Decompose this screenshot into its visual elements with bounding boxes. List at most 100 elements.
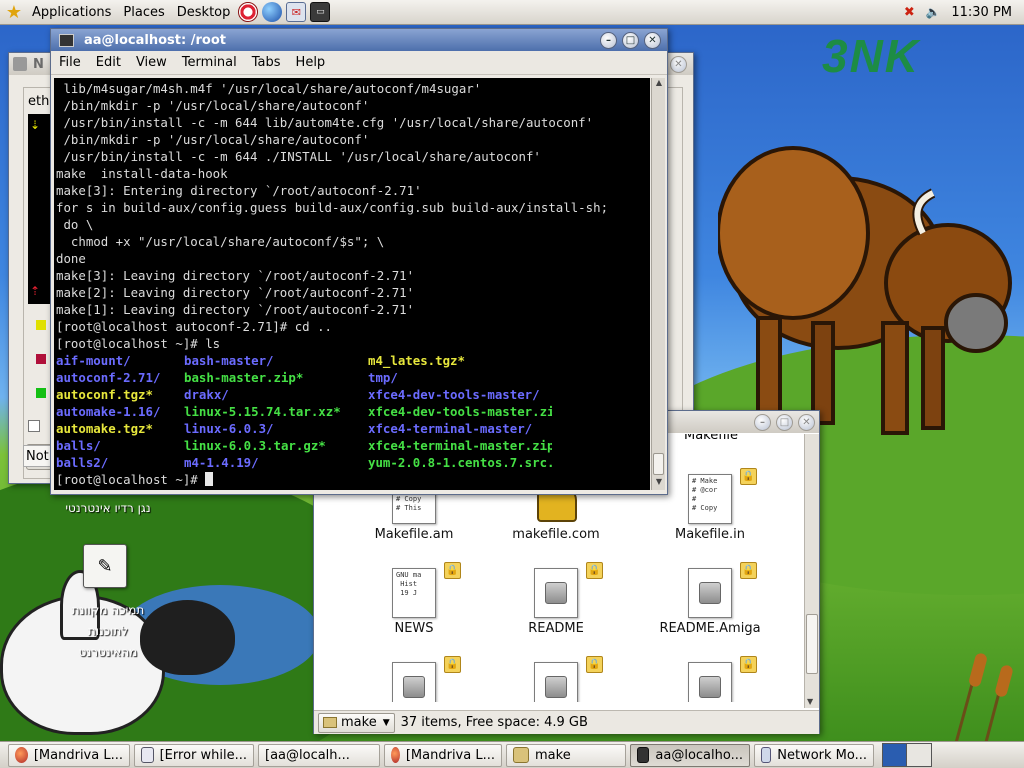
terminal-menubar: File Edit View Terminal Tabs Help [51,51,667,75]
scroll-up-arrow[interactable]: ▲ [652,78,666,91]
workspace-2[interactable] [907,744,931,766]
clock[interactable]: 11:30 PM [945,0,1024,25]
taskbar-button[interactable]: make [506,743,626,767]
close-icon[interactable]: ✕ [670,55,687,73]
file-item[interactable]: 🔒 README [496,562,616,636]
ls-entry: balls2/ [56,455,109,470]
terminal-prompt-line[interactable]: [root@localhost ~]# [56,471,650,488]
ls-entry: bash-master/ [184,353,274,368]
close-icon[interactable]: ✕ [644,31,661,49]
lock-icon: 🔒 [740,656,757,673]
lock-icon: 🔒 [586,656,603,673]
terminal-line: make[3]: Entering directory `/root/autoc… [56,183,422,198]
ls-entry: xfce4-dev-tools-master.zip* [368,404,552,419]
volume-icon[interactable]: 🔈 [923,2,943,22]
minimize-icon[interactable]: – [600,31,617,49]
terminal-line: /bin/mkdir -p '/usr/local/share/autoconf… [56,132,370,147]
terminal-launcher-icon[interactable]: ▭ [310,2,331,22]
bison-illustration [718,146,1012,435]
taskbar-button[interactable]: [Error while... [134,743,254,767]
top-panel: ★ Applications Places Desktop ✉ ▭ ✖ 🔈 11… [0,0,1024,25]
workspace-switcher[interactable] [882,743,932,767]
ls-entry: linux-6.0.3/ [184,421,274,436]
ls-entry: xfce4-dev-tools-master/ [368,387,540,402]
ls-entry: autoconf.tgz* [56,387,153,402]
help-lifebuoy-icon[interactable] [238,2,259,22]
terminal-output[interactable]: lib/m4sugar/m4sh.m4f '/usr/local/share/a… [54,78,650,490]
taskbar-button[interactable]: [Mandriva L... [384,743,502,767]
desktop-icon-label-support[interactable]: תמיכה מקוונת לתוכנות מהאינטרנט [58,600,158,663]
tab-eth[interactable]: eth [28,94,49,109]
file-view-scrollbar[interactable]: ▼ [804,434,819,708]
network-icon [761,747,772,763]
terminal-line: [root@localhost ~]# ls [56,336,221,351]
file-name: NEWS [394,621,434,636]
reeds-illustration [954,653,1013,741]
taskbar-button[interactable]: [aa@localh... [258,743,380,767]
ls-entry: bash-master.zip* [184,370,304,385]
menu-tabs[interactable]: Tabs [252,55,281,70]
taskbar-button[interactable]: aa@localho... [630,743,750,767]
ls-output-row: balls2/m4-1.4.19/yum-2.0.8-1.centos.7.sr… [56,454,650,471]
binary-file-icon [392,662,436,702]
mail-icon[interactable]: ✉ [286,2,307,22]
menu-file[interactable]: File [59,55,81,70]
terminal-title: aa@localhost: /root [84,32,226,48]
scroll-down-arrow[interactable]: ▼ [652,477,666,490]
file-item[interactable]: 🔒 [354,656,474,702]
terminal-icon [637,747,650,763]
minimize-icon[interactable]: – [754,413,771,431]
terminal-scrollbar[interactable]: ▲ ▼ [651,78,665,490]
taskbar-button[interactable]: [Mandriva L... [8,743,130,767]
file-type-glyph [699,582,721,604]
desktop-icon-support[interactable]: ✎ [83,544,127,588]
desktop-icon-label-radio[interactable]: נגן רדיו אינטרנטי [58,501,158,515]
terminal-line: /usr/bin/install -c -m 644 lib/autom4te.… [56,115,594,130]
file-type-glyph [545,676,567,698]
ls-output-row: aif-mount/bash-master/m4_lates.tgz* [56,352,650,369]
text-file-icon: # Make # @cor # # Copy [688,474,732,524]
file-item[interactable]: 🔒 README.Amiga [650,562,770,636]
web-browser-icon[interactable] [262,2,283,22]
scroll-down-arrow[interactable]: ▼ [807,697,813,706]
menu-help[interactable]: Help [296,55,326,70]
task-list: [Mandriva L... [Error while... [aa@localh.… [8,743,878,767]
maximize-icon[interactable]: □ [776,413,793,431]
applications-menu[interactable]: Applications [26,0,117,25]
workspace-1[interactable] [883,744,907,766]
places-menu[interactable]: Places [117,0,170,25]
file-item[interactable]: GNU ma Hist 19 J 🔒 NEWS [354,562,474,636]
taskbar-label: aa@localho... [655,747,743,763]
dialog-icon [141,747,154,763]
menu-view[interactable]: View [136,55,167,70]
file-type-glyph [545,582,567,604]
folder-icon [513,747,529,763]
menu-edit[interactable]: Edit [96,55,121,70]
taskbar-button[interactable]: Network Mo... [754,743,874,767]
file-item[interactable]: 🔒 [496,656,616,702]
star-icon[interactable]: ★ [4,2,24,23]
terminal-titlebar[interactable]: aa@localhost: /root – □ ✕ [51,29,667,51]
window-menu-icon[interactable] [13,57,27,71]
option-checkbox[interactable] [28,420,40,432]
network-status-icon[interactable]: ✖ [899,2,919,22]
scrollbar-thumb[interactable] [806,614,818,674]
maximize-icon[interactable]: □ [622,31,639,49]
file-name: README.Amiga [659,621,761,636]
desktop-menu[interactable]: Desktop [171,0,237,25]
wallpaper-logo: 3NK [822,30,921,82]
bottom-taskbar: [Mandriva L... [Error while... [aa@localh.… [0,741,1024,768]
file-item[interactable]: 🔒 [650,656,770,702]
menu-terminal[interactable]: Terminal [182,55,237,70]
lock-icon: 🔒 [444,656,461,673]
terminal-line: chmod +x "/usr/local/share/autoconf/$s";… [56,234,385,249]
close-icon[interactable]: ✕ [798,413,815,431]
file-name: makefile.com [512,527,600,542]
ls-entry: linux-6.0.3.tar.gz* [184,438,326,453]
file-item[interactable]: # Make # @cor # # Copy 🔒 Makefile.in [650,468,770,542]
location-dropdown[interactable]: make ▼ [318,712,395,733]
scrollbar-thumb[interactable] [653,453,664,475]
terminal-window-icon[interactable] [59,33,74,47]
terminal-line: /usr/bin/install -c -m 644 ./INSTALL '/u… [56,149,541,164]
ls-entry: xfce4-terminal-master.zip* [368,438,552,453]
